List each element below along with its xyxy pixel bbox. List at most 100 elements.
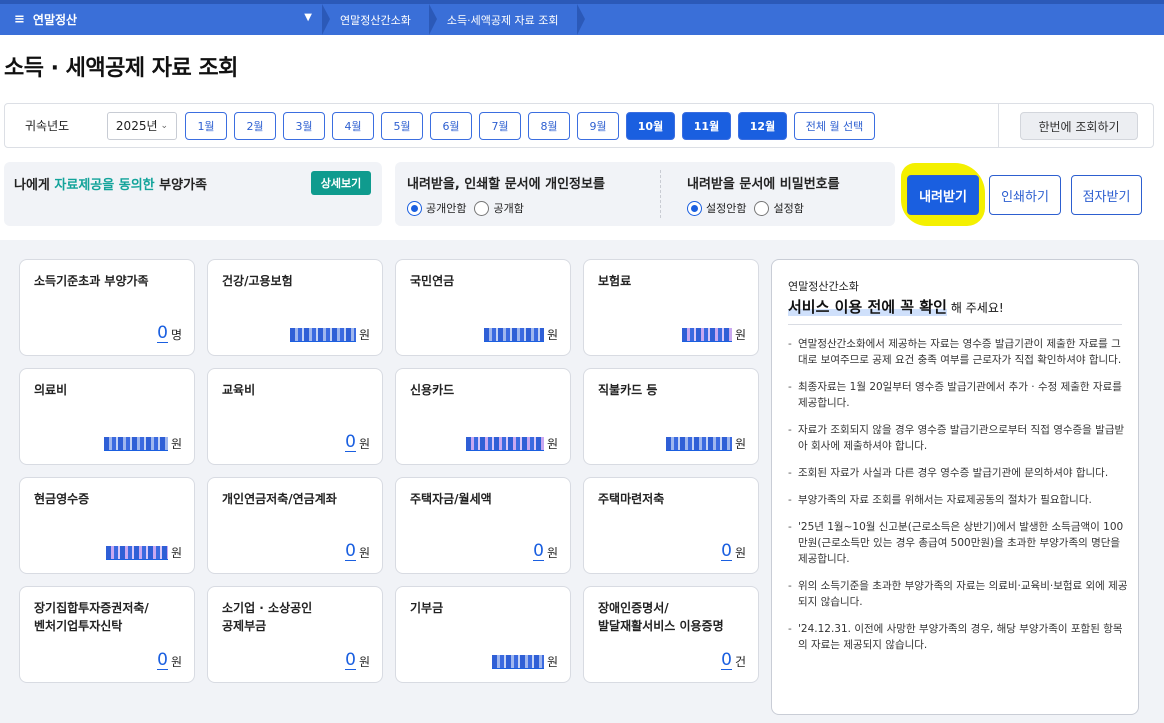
card-unit: 원 (358, 328, 370, 342)
notice-subtitle: 연말정산간소화 (788, 280, 859, 293)
breadcrumb-item-2[interactable]: 소득·세액공제 자료 조회 (428, 4, 585, 35)
month-button-5[interactable]: 5월 (381, 111, 423, 140)
card-unit: 원 (734, 546, 746, 560)
month-button-3[interactable]: 3월 (283, 111, 325, 140)
card-amount-link[interactable]: 0 (721, 542, 732, 561)
deduction-card[interactable]: 소기업 · 소상공인 공제부금 0 원 (207, 586, 383, 683)
card-amount-link[interactable]: 0 (345, 651, 356, 670)
print-button[interactable]: 인쇄하기 (989, 175, 1061, 215)
card-amount-link[interactable]: 0 (721, 651, 732, 670)
deduction-card[interactable]: 장기집합투자증권저축/ 벤처기업투자신탁 0 원 (19, 586, 195, 683)
month-button-10[interactable]: 10월 (626, 111, 675, 140)
card-unit: 원 (358, 655, 370, 669)
card-unit: 원 (170, 437, 182, 451)
filter-divider (998, 104, 999, 147)
radio-unselected-icon[interactable] (474, 200, 490, 216)
card-amount-link[interactable]: 0 (157, 324, 168, 343)
radio-selected-icon[interactable] (687, 200, 702, 216)
deduction-card[interactable]: 장애인증명서/ 발달재활서비스 이용증명 0 건 (583, 586, 759, 683)
deduction-card[interactable]: 개인연금저축/연금계좌 0 원 (207, 477, 383, 574)
personal-info-title: 내려받을, 인쇄할 문서에 개인정보를 (407, 177, 605, 192)
masked-amount[interactable] (103, 437, 168, 451)
card-title: 건강/고용보험 (222, 274, 293, 288)
deduction-card[interactable]: 주택마련저축 0 원 (583, 477, 759, 574)
chevron-down-icon[interactable]: ▼ (304, 12, 312, 23)
masked-amount[interactable] (289, 328, 356, 342)
breadcrumb-item-1[interactable]: 연말정산간소화 (322, 4, 429, 35)
deduction-card[interactable]: 국민연금 원 (395, 259, 571, 356)
deduction-card[interactable]: 보험료원 (583, 259, 759, 356)
notice-heading-highlight: 서비스 이용 전에 꼭 확인 (788, 298, 947, 316)
notice-panel: 연말정산간소화 서비스 이용 전에 꼭 확인해 주세요! 연말정산간소화에서 제… (771, 259, 1139, 715)
masked-amount[interactable] (681, 328, 732, 342)
download-button[interactable]: 내려받기 (907, 175, 979, 215)
card-value: 원 (681, 326, 746, 343)
radio-private-label: 공개안함 (426, 202, 467, 215)
month-button-8[interactable]: 8월 (528, 111, 570, 140)
month-button-7[interactable]: 7월 (479, 111, 521, 140)
card-amount-link[interactable]: 0 (345, 433, 356, 452)
hamburger-icon[interactable]: ≡ (14, 12, 25, 27)
month-button-1[interactable]: 1월 (185, 111, 227, 140)
menu-dropdown[interactable]: ≡ 연말정산 ▼ (0, 4, 322, 35)
notice-item: 최종자료는 1월 20일부터 영수증 발급기관에서 추가 · 수정 제출한 자료… (788, 379, 1128, 411)
radio-unselected-icon[interactable] (754, 200, 770, 216)
radio-selected-icon[interactable] (407, 200, 422, 216)
card-value: 0건 (721, 651, 746, 670)
card-unit: 원 (734, 328, 746, 342)
radio-set-password[interactable]: 설정함 (754, 200, 804, 216)
deduction-card[interactable]: 의료비 원 (19, 368, 195, 465)
masked-amount[interactable] (665, 437, 732, 451)
card-unit: 원 (358, 437, 370, 451)
deduction-card[interactable]: 건강/고용보험원 (207, 259, 383, 356)
year-select[interactable]: 2025년 ⌄ (107, 111, 177, 140)
card-title: 소기업 · 소상공인 공제부금 (222, 601, 313, 633)
card-value: 원 (105, 544, 182, 561)
card-title: 보험료 (598, 274, 632, 288)
query-all-button[interactable]: 한번에 조회하기 (1020, 112, 1138, 140)
month-button-11[interactable]: 11월 (682, 111, 731, 140)
card-value: 0원 (345, 542, 370, 561)
password-title: 내려받을 문서에 비밀번호를 (687, 177, 840, 192)
deduction-card[interactable]: 현금영수증 원 (19, 477, 195, 574)
month-button-9[interactable]: 9월 (577, 111, 619, 140)
deduction-card[interactable]: 교육비 0 원 (207, 368, 383, 465)
detail-view-button[interactable]: 상세보기 (311, 171, 371, 195)
card-value: 원 (103, 435, 182, 452)
deduction-card[interactable]: 직불카드 등원 (583, 368, 759, 465)
card-title: 교육비 (222, 383, 256, 397)
month-button-6[interactable]: 6월 (430, 111, 472, 140)
card-amount-link[interactable]: 0 (533, 542, 544, 561)
dependents-text-pre: 나에게 (14, 178, 55, 193)
notice-item: '24.12.31. 이전에 사망한 부양가족의 경우, 해당 부양가족이 포함… (788, 621, 1128, 653)
masked-amount[interactable] (465, 437, 544, 451)
deduction-card[interactable]: 기부금 원 (395, 586, 571, 683)
card-title: 장기집합투자증권저축/ 벤처기업투자신탁 (34, 601, 149, 633)
month-button-12[interactable]: 12월 (738, 111, 787, 140)
card-title: 소득기준초과 부양가족 (34, 274, 149, 288)
radio-set-password-label: 설정함 (773, 202, 804, 215)
card-unit: 원 (546, 437, 558, 451)
card-amount-link[interactable]: 0 (345, 542, 356, 561)
radio-private[interactable]: 공개안함 (407, 200, 466, 216)
select-all-months-button[interactable]: 전체 월 선택 (794, 111, 875, 140)
card-title: 직불카드 등 (598, 383, 658, 397)
card-value: 원 (491, 653, 558, 670)
card-value: 원 (483, 326, 558, 343)
masked-amount[interactable] (105, 546, 168, 560)
deduction-card[interactable]: 주택자금/월세액 0 원 (395, 477, 571, 574)
month-button-4[interactable]: 4월 (332, 111, 374, 140)
topbar-fill (577, 4, 1164, 35)
masked-amount[interactable] (483, 328, 544, 342)
top-nav-bar: ≡ 연말정산 ▼ 연말정산간소화 소득·세액공제 자료 조회 (0, 0, 1164, 35)
card-value: 0원 (157, 651, 182, 670)
card-amount-link[interactable]: 0 (157, 651, 168, 670)
radio-public[interactable]: 공개함 (474, 200, 524, 216)
month-button-2[interactable]: 2월 (234, 111, 276, 140)
deduction-card[interactable]: 소득기준초과 부양가족 0 명 (19, 259, 195, 356)
masked-amount[interactable] (491, 655, 544, 669)
card-title: 주택자금/월세액 (410, 492, 492, 506)
radio-no-password[interactable]: 설정안함 (687, 200, 746, 216)
braille-button[interactable]: 점자받기 (1071, 175, 1142, 215)
deduction-card[interactable]: 신용카드 원 (395, 368, 571, 465)
